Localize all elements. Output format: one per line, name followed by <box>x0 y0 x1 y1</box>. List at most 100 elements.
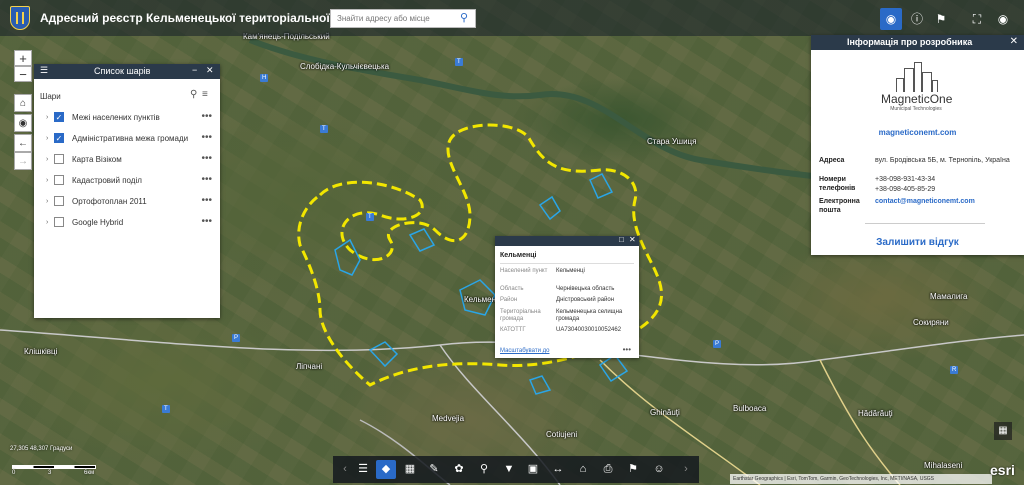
expand-arrow-icon[interactable]: › <box>46 219 48 226</box>
settlement-outline <box>538 195 561 221</box>
more-options-icon[interactable]: ••• <box>201 216 212 227</box>
layer-checkbox[interactable] <box>54 175 64 185</box>
road-shield: T <box>455 58 463 66</box>
zoom-out-button[interactable]: − <box>14 66 32 82</box>
smiley-icon[interactable]: ☺ <box>649 460 669 479</box>
road-shield: T <box>320 125 328 133</box>
search-input[interactable] <box>331 10 451 27</box>
more-options-icon[interactable]: ••• <box>201 132 212 143</box>
attribute-table-icon[interactable]: ▦ <box>994 422 1012 440</box>
search-box[interactable]: ⚲ <box>330 9 476 28</box>
esri-logo: esri <box>990 462 1015 478</box>
layer-item[interactable]: › Ортофотоплан 2011 ••• <box>34 192 220 213</box>
scale-label: 0 <box>12 470 16 476</box>
expand-arrow-icon[interactable]: › <box>46 135 48 142</box>
maximize-icon[interactable]: □ <box>619 235 624 244</box>
eye-icon[interactable]: ◉ <box>992 8 1014 30</box>
more-options-icon[interactable]: ••• <box>201 174 212 185</box>
layer-item[interactable]: › ✓ Адміністративна межа громади ••• <box>34 129 220 150</box>
expand-arrow-icon[interactable]: › <box>46 177 48 184</box>
road-line <box>819 359 901 485</box>
locate-icon[interactable]: ◉ <box>14 114 32 132</box>
place-label: Bulboaca <box>733 404 767 413</box>
measure-icon[interactable]: ↔ <box>548 460 568 479</box>
place-label: Мамалига <box>930 292 968 301</box>
close-icon[interactable]: ✕ <box>206 65 214 76</box>
query-icon[interactable]: ⚲ <box>474 460 494 479</box>
fullscreen-icon[interactable]: ⛶ <box>966 8 988 30</box>
layer-checkbox[interactable] <box>54 154 64 164</box>
popup-key: КАТОТТГ <box>500 327 526 333</box>
grid-icon[interactable]: ▦ <box>400 460 420 479</box>
phone-1: +38-098-931-43-34 <box>875 176 936 183</box>
more-options-icon[interactable]: ••• <box>623 345 631 354</box>
feedback-button[interactable]: Залишити відгук <box>811 237 1024 248</box>
about-icon[interactable]: ⚑ <box>930 8 952 30</box>
community-logo <box>10 6 30 30</box>
edit-icon[interactable]: ▣ <box>523 460 543 479</box>
layer-list-toggle-icon[interactable]: ◉ <box>880 8 902 30</box>
draw-icon[interactable]: ✎ <box>424 460 444 479</box>
email-link[interactable]: contact@magneticonemt.com <box>875 197 1023 207</box>
layer-label: Google Hybrid <box>72 218 124 227</box>
settlement-outline <box>368 341 399 368</box>
layers-icon[interactable]: ◆ <box>376 460 396 479</box>
popup-key: Район <box>500 297 518 303</box>
more-options-icon[interactable]: ••• <box>201 195 212 206</box>
layer-item[interactable]: › Карта Візіком ••• <box>34 150 220 171</box>
divider <box>865 223 985 224</box>
address-label: Адреса <box>819 157 845 164</box>
brand-name: MagneticOne <box>881 92 953 106</box>
place-label: Стара Ушиця <box>647 137 697 146</box>
home-icon[interactable]: ⌂ <box>573 460 593 479</box>
layer-item[interactable]: › Google Hybrid ••• <box>34 213 220 234</box>
layer-item[interactable]: › ✓ Межі населених пунктів ••• <box>34 108 220 129</box>
expand-arrow-icon[interactable]: › <box>46 114 48 121</box>
close-icon[interactable]: ✕ <box>1010 36 1018 47</box>
place-label: Hădărăuţi <box>858 409 893 418</box>
chevron-right-icon[interactable]: › <box>676 460 696 479</box>
layer-list-header: ☰ Список шарів − ✕ <box>34 64 220 79</box>
road-shield: H <box>260 74 269 82</box>
minimize-icon[interactable]: − <box>192 65 197 75</box>
layers-icon: ☰ <box>40 65 49 75</box>
layer-label: Карта Візіком <box>72 155 122 164</box>
back-arrow-icon[interactable]: ← <box>14 134 32 152</box>
filter-icon[interactable]: ▼ <box>499 460 519 479</box>
home-icon[interactable]: ⌂ <box>14 94 32 112</box>
more-options-icon[interactable]: ••• <box>201 111 212 122</box>
list-icon[interactable]: ☰ <box>353 460 373 479</box>
zoom-in-button[interactable]: + <box>14 50 32 66</box>
layer-checkbox[interactable]: ✓ <box>54 133 64 143</box>
chevron-left-icon[interactable]: ‹ <box>335 460 355 479</box>
road-shield: T <box>162 405 170 413</box>
expand-arrow-icon[interactable]: › <box>46 198 48 205</box>
close-icon[interactable]: ✕ <box>629 235 636 244</box>
search-icon[interactable]: ⚲ <box>453 10 475 27</box>
layer-checkbox[interactable]: ✓ <box>54 112 64 122</box>
more-options-icon[interactable]: ••• <box>201 153 212 164</box>
layer-item[interactable]: › Кадастровий поділ ••• <box>34 171 220 192</box>
layer-label: Межі населених пунктів <box>72 113 160 122</box>
road-shield: R <box>950 366 959 374</box>
developer-info-panel: Інформація про розробника ✕ MagneticOne … <box>811 35 1024 255</box>
place-label: Ліпчані <box>296 362 323 371</box>
layer-checkbox[interactable] <box>54 196 64 206</box>
brand-subtitle: Municipal Technologies <box>890 106 942 112</box>
filter-icon[interactable]: ≡ <box>202 89 208 100</box>
layer-list-title: Список шарів <box>94 66 151 76</box>
palette-icon[interactable]: ✿ <box>449 460 469 479</box>
zoom-to-link[interactable]: Масштабувати до <box>500 348 549 354</box>
print-icon[interactable]: ⎙ <box>598 460 618 479</box>
layer-checkbox[interactable] <box>54 217 64 227</box>
popup-value: Кельменецька селищна громада <box>556 309 623 322</box>
brand-logo: MagneticOne Municipal Technologies <box>881 62 953 112</box>
info-icon[interactable]: ⓘ <box>906 8 928 30</box>
bookmark-icon[interactable]: ⚑ <box>623 460 643 479</box>
search-icon[interactable]: ⚲ <box>190 89 197 100</box>
forward-arrow-icon[interactable]: → <box>14 152 32 170</box>
settlement-outline <box>528 375 552 395</box>
expand-arrow-icon[interactable]: › <box>46 156 48 163</box>
road-shield: P <box>713 340 722 348</box>
website-link[interactable]: magneticonemt.com <box>811 128 1024 137</box>
